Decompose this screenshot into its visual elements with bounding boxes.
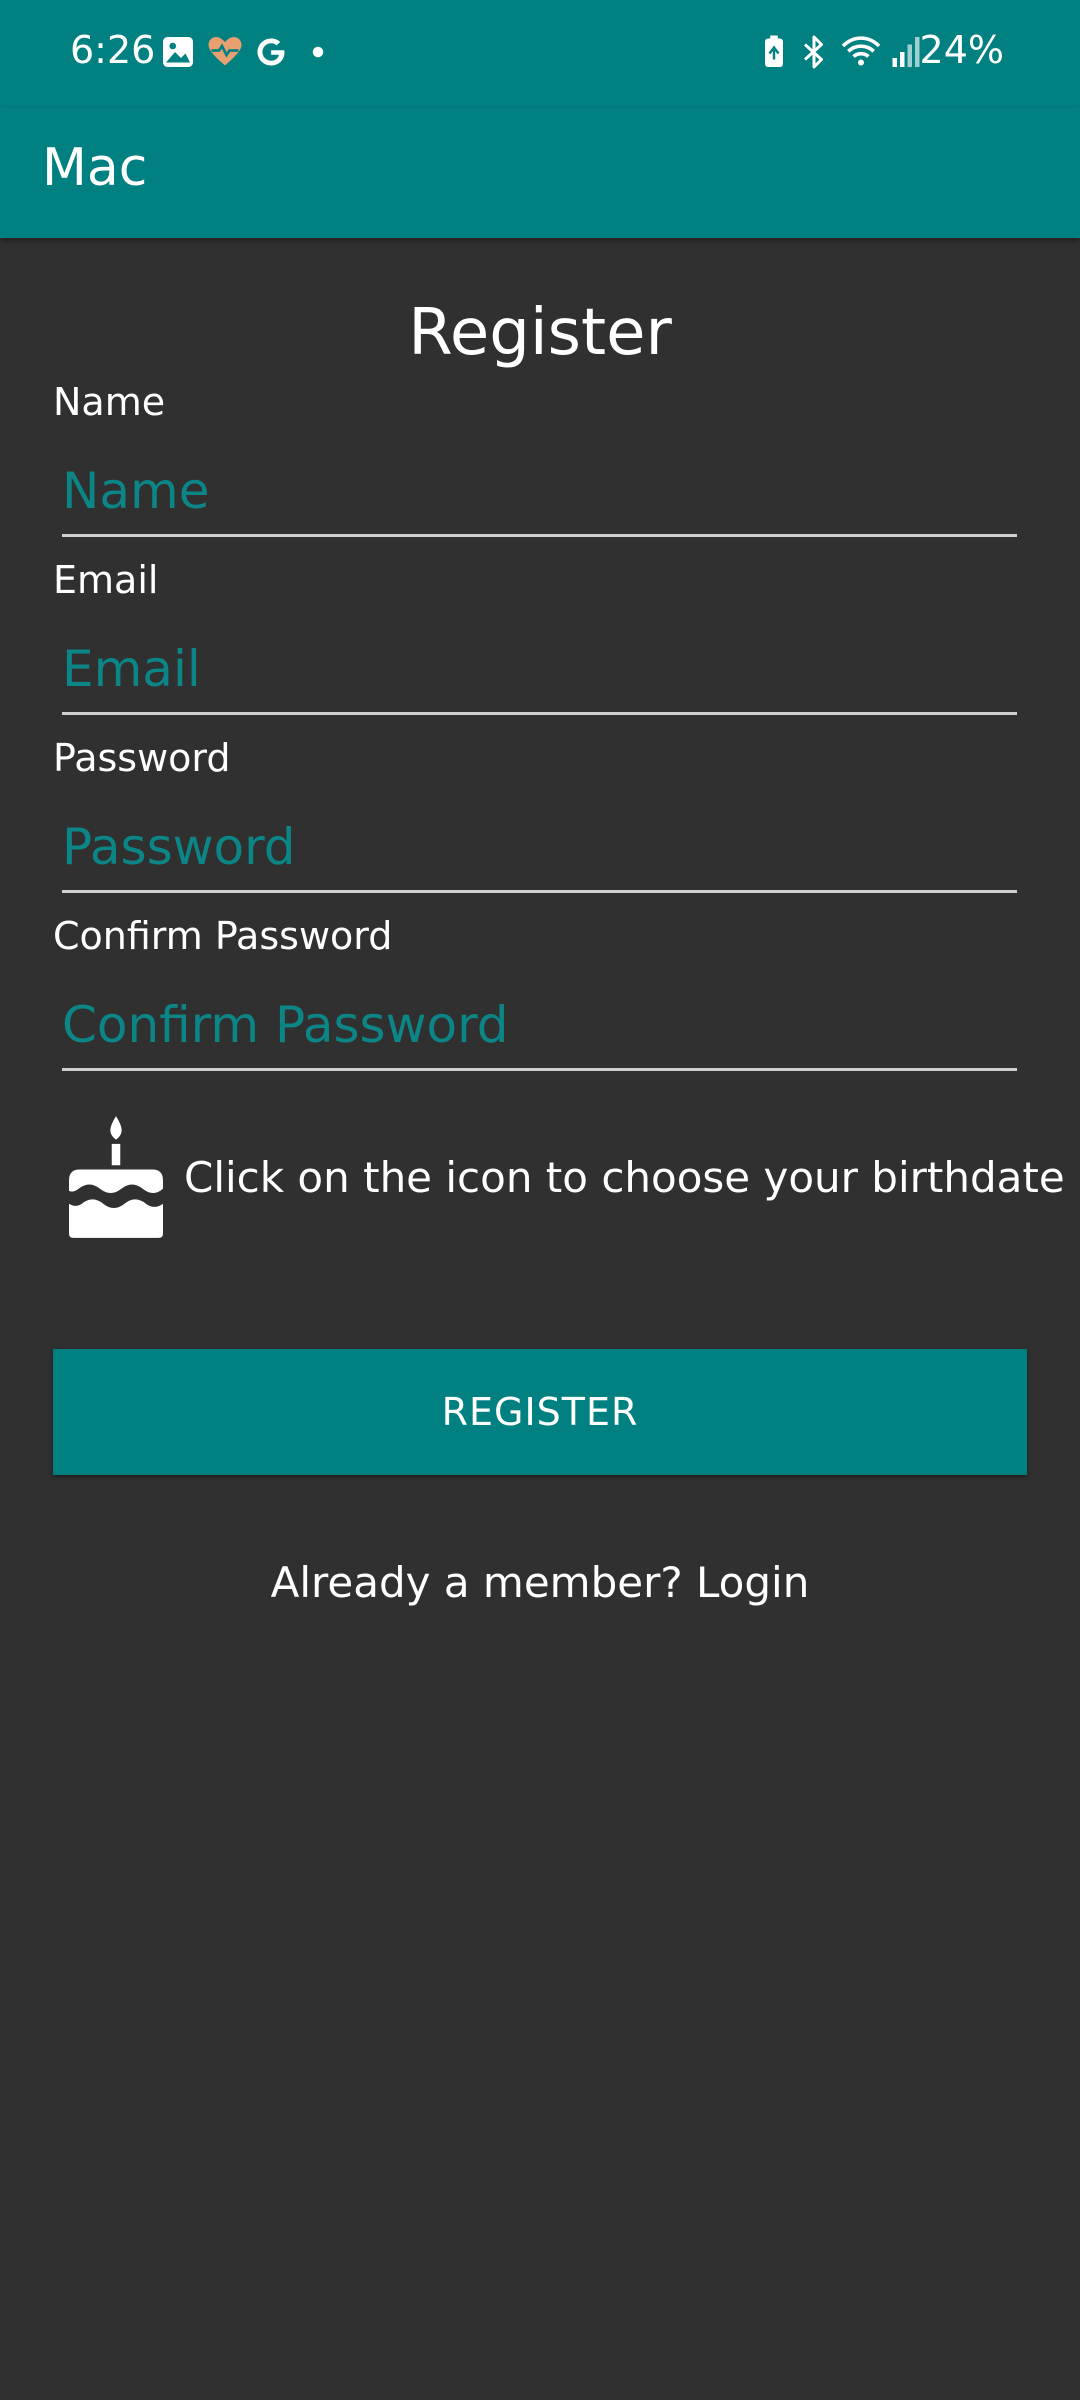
page-title: Register <box>408 296 672 370</box>
google-icon <box>257 38 285 66</box>
image-icon <box>163 37 193 67</box>
cake-icon[interactable] <box>62 1114 170 1240</box>
name-label: Name <box>53 380 166 424</box>
status-bar: 6:26 24% <box>0 0 1080 108</box>
confirm-password-input[interactable] <box>62 982 1017 1071</box>
battery-percentage: 24% <box>919 28 1004 72</box>
bluetooth-icon <box>803 35 823 69</box>
wifi-icon <box>841 36 881 66</box>
confirm-password-label: Confirm Password <box>53 914 393 958</box>
health-heart-icon <box>208 37 242 66</box>
battery-saver-icon <box>765 35 783 67</box>
birthdate-hint: Click on the icon to choose your birthda… <box>184 1152 1065 1202</box>
dot-icon <box>312 46 324 58</box>
name-input[interactable] <box>62 448 1017 537</box>
email-label: Email <box>53 558 159 602</box>
login-link[interactable]: Already a member? Login <box>0 1558 1080 1607</box>
birthdate-row: Click on the icon to choose your birthda… <box>62 1112 1065 1242</box>
app-title: Mac <box>42 138 148 198</box>
password-input[interactable] <box>62 804 1017 893</box>
email-input[interactable] <box>62 626 1017 715</box>
app-bar: Mac <box>0 108 1080 238</box>
register-button[interactable]: REGISTER <box>53 1349 1027 1475</box>
status-time: 6:26 <box>70 28 156 72</box>
password-label: Password <box>53 736 231 780</box>
